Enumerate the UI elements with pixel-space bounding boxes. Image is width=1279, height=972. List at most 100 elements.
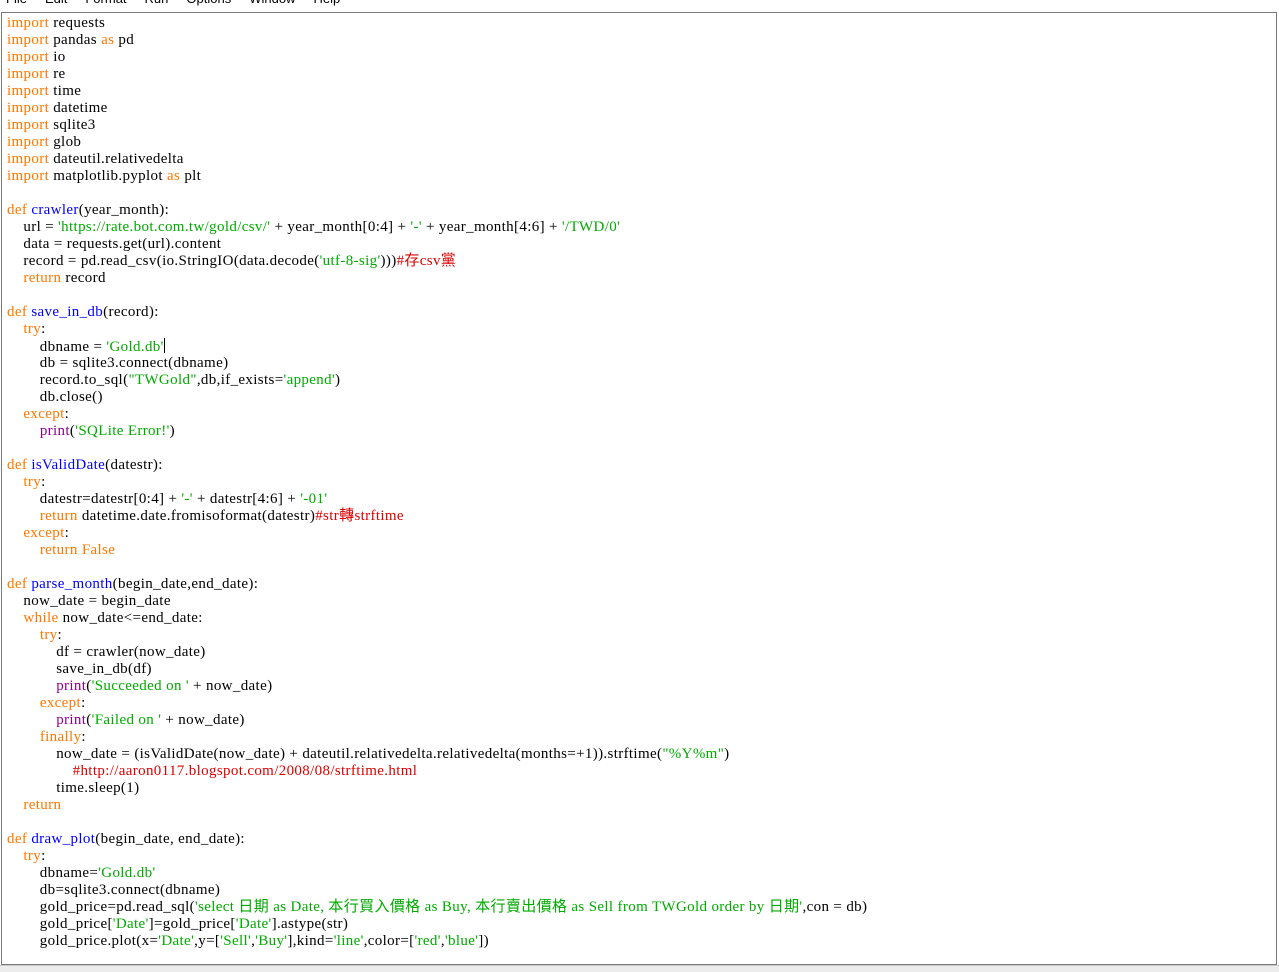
function-name-token: crawler (31, 202, 79, 218)
code-line[interactable]: try: (7, 627, 867, 644)
keyword-token: import (7, 66, 50, 82)
keyword-token: as (167, 168, 181, 184)
menu-file[interactable]: File (0, 0, 39, 6)
menu-options[interactable]: Options (180, 0, 243, 6)
code-line[interactable]: gold_price['Date']=gold_price['Date'].as… (7, 916, 867, 933)
code-line[interactable]: import time (7, 83, 867, 100)
code-line[interactable]: db.close() (7, 389, 867, 406)
code-line[interactable]: finally: (7, 729, 867, 746)
menu-window[interactable]: Window (243, 0, 307, 6)
code-line[interactable]: import re (7, 66, 867, 83)
code-line[interactable]: import pandas as pd (7, 32, 867, 49)
code-line[interactable] (7, 814, 867, 831)
menu-format[interactable]: Format (79, 0, 138, 6)
string-token: 'Date' (235, 916, 272, 932)
code-token: (begin_date, end_date): (95, 831, 245, 847)
code-token: now_date<=end_date: (58, 610, 203, 626)
code-token: + year_month[0:4] + (270, 219, 411, 235)
code-token: ) (169, 423, 176, 439)
string-token: '/TWD/0' (561, 219, 621, 235)
code-line[interactable]: except: (7, 695, 867, 712)
code-line[interactable]: def draw_plot(begin_date, end_date): (7, 831, 867, 848)
code-area[interactable]: import requests import pandas as pd import… (7, 15, 867, 950)
code-token: : (64, 525, 70, 541)
string-token: 'append' (283, 372, 336, 388)
menu-run[interactable]: Run (139, 0, 181, 6)
code-line[interactable]: import datetime (7, 100, 867, 117)
code-line[interactable]: dbname = 'Gold.db' (7, 338, 867, 355)
code-line[interactable]: import glob (7, 134, 867, 151)
code-line[interactable] (7, 559, 867, 576)
code-line[interactable] (7, 440, 867, 457)
code-token: db = sqlite3.connect(dbname) (7, 355, 229, 371)
code-line[interactable]: return datetime.date.fromisoformat(dates… (7, 508, 867, 525)
code-token: gold_price=pd.read_sql( (7, 899, 196, 915)
code-token: : (57, 627, 63, 643)
code-line[interactable]: now_date = begin_date (7, 593, 867, 610)
code-line[interactable]: return record (7, 270, 867, 287)
code-line[interactable]: print('Failed on ' + now_date) (7, 712, 867, 729)
code-token: sqlite3 (49, 117, 96, 133)
code-line[interactable]: #http://aaron0117.blogspot.com/2008/08/s… (7, 763, 867, 780)
code-line[interactable]: url = 'https://rate.bot.com.tw/gold/csv/… (7, 219, 867, 236)
code-line[interactable]: db = sqlite3.connect(dbname) (7, 355, 867, 372)
keyword-token: except (23, 406, 65, 422)
code-line[interactable]: except: (7, 525, 867, 542)
code-line[interactable]: def parse_month(begin_date,end_date): (7, 576, 867, 593)
keyword-token: def (7, 304, 28, 320)
code-line[interactable]: while now_date<=end_date: (7, 610, 867, 627)
code-line[interactable]: import matplotlib.pyplot as plt (7, 168, 867, 185)
bottom-scroll-area[interactable] (0, 965, 1279, 972)
menu-help[interactable]: Help (307, 0, 352, 6)
code-line[interactable]: try: (7, 848, 867, 865)
code-token: data = requests.get(url).content (7, 236, 222, 252)
code-line[interactable]: return (7, 797, 867, 814)
code-line[interactable]: except: (7, 406, 867, 423)
code-line[interactable]: try: (7, 321, 867, 338)
keyword-token: import (7, 168, 50, 184)
code-line[interactable]: def isValidDate(datestr): (7, 457, 867, 474)
code-line[interactable]: import dateutil.relativedelta (7, 151, 867, 168)
string-token: 'Failed on ' (91, 712, 162, 728)
code-line[interactable]: record = pd.read_csv(io.StringIO(data.de… (7, 253, 867, 270)
code-line[interactable]: now_date = (isValidDate(now_date) + date… (7, 746, 867, 763)
code-line[interactable]: import io (7, 49, 867, 66)
code-line[interactable]: df = crawler(now_date) (7, 644, 867, 661)
code-token: requests (49, 15, 106, 31)
code-line[interactable]: try: (7, 474, 867, 491)
code-line[interactable]: print('SQLite Error!') (7, 423, 867, 440)
menu-edit[interactable]: Edit (39, 0, 79, 6)
code-token: re (49, 66, 66, 82)
code-line[interactable]: datestr=datestr[0:4] + '-' + datestr[4:6… (7, 491, 867, 508)
string-token: 'utf-8-sig' (319, 253, 381, 269)
code-token: ))) (380, 253, 397, 269)
code-line[interactable]: def crawler(year_month): (7, 202, 867, 219)
code-line[interactable]: time.sleep(1) (7, 780, 867, 797)
code-line[interactable]: return False (7, 542, 867, 559)
code-line[interactable] (7, 287, 867, 304)
code-line[interactable]: data = requests.get(url).content (7, 236, 867, 253)
code-line[interactable]: import sqlite3 (7, 117, 867, 134)
code-line[interactable]: print('Succeeded on ' + now_date) (7, 678, 867, 695)
code-line[interactable]: record.to_sql("TWGold",db,if_exists='app… (7, 372, 867, 389)
keyword-token: return (23, 797, 62, 813)
code-token: save_in_db(df) (7, 661, 152, 677)
code-editor[interactable]: import requests import pandas as pd import… (1, 12, 1277, 965)
string-token: '-' (181, 491, 193, 507)
code-line[interactable]: gold_price.plot(x='Date',y=['Sell','Buy'… (7, 933, 867, 950)
keyword-token: try (23, 848, 42, 864)
code-line[interactable]: dbname='Gold.db' (7, 865, 867, 882)
code-line[interactable]: import requests (7, 15, 867, 32)
code-line[interactable]: db=sqlite3.connect(dbname) (7, 882, 867, 899)
string-token: 'Date' (158, 933, 195, 949)
comment-token: #str轉strftime (315, 508, 404, 524)
code-line[interactable]: def save_in_db(record): (7, 304, 867, 321)
code-line[interactable]: gold_price=pd.read_sql('select 日期 as Dat… (7, 899, 867, 916)
code-line[interactable]: save_in_db(df) (7, 661, 867, 678)
code-token: + datestr[4:6] + (192, 491, 301, 507)
code-line[interactable] (7, 185, 867, 202)
